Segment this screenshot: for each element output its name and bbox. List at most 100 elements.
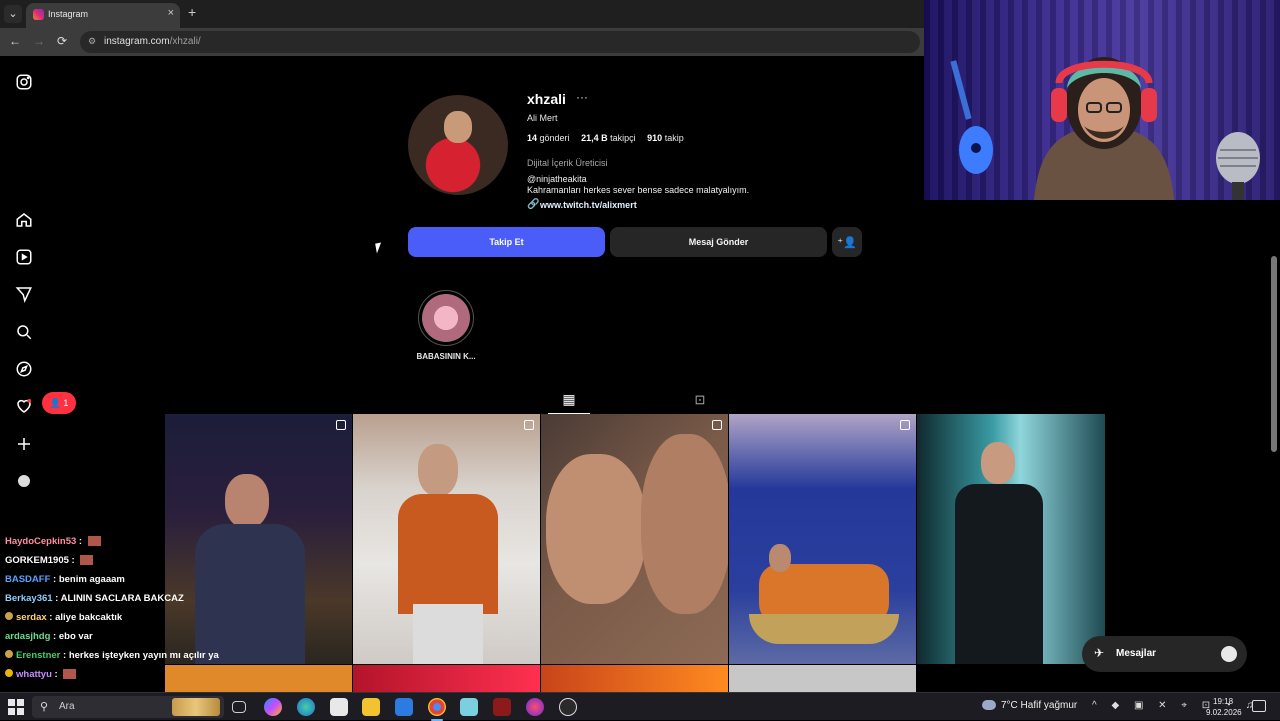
profile-username: xhzali [527, 91, 566, 107]
clock-time[interactable]: 19:18 [1213, 697, 1233, 706]
url-path: /xhzali/ [169, 36, 201, 47]
profile-external-link[interactable]: www.twitch.tv/alixmert [540, 200, 637, 210]
profile-avatar-icon[interactable] [16, 473, 32, 489]
following-stat[interactable]: 910 takip [647, 133, 684, 143]
chrome-icon[interactable] [428, 698, 446, 721]
back-icon[interactable]: ← [9, 34, 21, 48]
carousel-icon [712, 420, 722, 430]
search-icon[interactable] [14, 322, 34, 342]
post-thumbnail[interactable] [353, 414, 540, 664]
browser-tab-bar: ⌄ Instagram × + [0, 0, 924, 28]
tagged-tab[interactable]: ⊡ [685, 386, 715, 414]
address-bar[interactable]: ⚙ instagram.com/xhzali/ [80, 31, 920, 53]
posts-label: gönderi [539, 133, 570, 143]
badge-icon [5, 669, 13, 677]
clock-date[interactable]: 9.02.2026 [1206, 708, 1242, 717]
search-placeholder: Ara [59, 701, 75, 712]
chat-message: Erenstner : herkes işteyken yayın mı açı… [5, 650, 219, 661]
post-subject [769, 544, 791, 572]
mail-icon[interactable] [395, 698, 413, 716]
edge-icon[interactable] [297, 698, 315, 716]
emote-icon [87, 536, 101, 547]
notifications-heart-icon[interactable] [14, 396, 34, 416]
tab-search-icon[interactable]: ⌄ [4, 5, 22, 23]
more-options-icon[interactable]: ··· [576, 90, 588, 104]
explore-icon[interactable] [14, 359, 34, 379]
windows-start-icon[interactable] [8, 699, 24, 715]
copilot-icon[interactable] [264, 698, 282, 716]
home-icon[interactable] [14, 210, 34, 230]
post-bathtub [749, 614, 899, 644]
profile-avatar[interactable] [408, 95, 508, 195]
chat-message: BASDAFF : benim agaaam [5, 574, 125, 585]
chat-user: GORKEM1905 [5, 555, 69, 566]
instagram-logo-icon[interactable] [14, 72, 34, 92]
post-legs [413, 604, 483, 664]
post-thumbnail[interactable] [541, 665, 728, 692]
tagged-icon: ⊡ [694, 392, 706, 407]
create-icon[interactable] [14, 434, 34, 454]
post-thumbnail[interactable] [729, 665, 916, 692]
stream-chat-overlay: HaydoCepkin53 : GORKEM1905 : BASDAFF : b… [0, 516, 219, 686]
notification-badge[interactable]: 👤 1 [42, 392, 76, 414]
direct-message-icon: ✈ [1094, 646, 1105, 660]
carousel-icon [336, 420, 346, 430]
post-thumbnail[interactable] [353, 665, 540, 692]
url-text[interactable]: instagram.com/xhzali/ [104, 36, 201, 47]
chat-user: Erenstner [16, 650, 61, 661]
reels-icon[interactable] [14, 247, 34, 267]
file-explorer-icon[interactable] [362, 698, 380, 716]
instagram-favicon-icon [33, 9, 44, 20]
following-count: 910 [647, 133, 663, 143]
notes-icon[interactable] [460, 698, 478, 716]
chat-message: whattyu : [5, 669, 77, 680]
notification-center-icon[interactable] [1252, 700, 1266, 712]
message-button[interactable]: Mesaj Gönder [610, 227, 827, 257]
posts-grid [165, 414, 1105, 692]
person-icon: 👤 [49, 398, 61, 408]
browser-toolbar: ← → ⟳ ⚙ instagram.com/xhzali/ [0, 28, 924, 56]
post-subject [981, 442, 1015, 484]
direct-icon[interactable] [14, 284, 34, 304]
new-tab-icon[interactable]: + [188, 4, 196, 20]
obs-icon[interactable] [559, 698, 577, 716]
url-host: instagram.com [104, 36, 170, 47]
chat-text: aliye bakcaktık [55, 612, 123, 623]
chat-user: Berkay361 [5, 593, 53, 604]
page-scrollbar[interactable] [1271, 256, 1277, 452]
post-thumbnail[interactable] [917, 414, 1105, 664]
reload-icon[interactable]: ⟳ [57, 34, 67, 48]
streaming-app-icon[interactable] [526, 698, 544, 716]
taskbar-search[interactable]: ⚲ Ara [32, 696, 224, 718]
messages-panel-button[interactable]: ✈ Mesajlar [1082, 636, 1247, 672]
post-thumbnail[interactable] [729, 414, 916, 664]
task-view-icon[interactable] [232, 701, 246, 713]
carousel-icon [524, 420, 534, 430]
story-highlight[interactable] [418, 290, 474, 346]
post-thumbnail[interactable] [541, 414, 728, 664]
post-subject-2 [641, 434, 728, 614]
chat-message: serdax : aliye bakcaktık [5, 612, 122, 623]
chat-message: HaydoCepkin53 : [5, 536, 101, 547]
browser-tab[interactable]: Instagram × [26, 3, 180, 28]
grid-icon: ▦ [562, 391, 576, 407]
forward-icon[interactable]: → [33, 34, 45, 48]
followers-stat[interactable]: 21,4 B takipçi [581, 133, 636, 143]
messages-label: Mesajlar [1116, 648, 1157, 659]
voice-meeter-icon[interactable] [493, 698, 511, 716]
follow-button[interactable]: Takip Et [408, 227, 605, 257]
emote-icon [80, 555, 94, 566]
tab-title: Instagram [48, 9, 89, 19]
post-body [955, 484, 1043, 664]
profile-mention-handle[interactable]: @ninjatheakita [527, 174, 587, 184]
store-icon[interactable] [330, 698, 348, 716]
webcam-overlay [924, 0, 1280, 200]
highlight-cover [422, 294, 470, 342]
site-info-icon[interactable]: ⚙ [88, 36, 96, 47]
suggested-accounts-icon[interactable]: ⁺👤 [832, 227, 862, 257]
weather-widget[interactable]: 7°C Hafif yağmur [982, 700, 1077, 711]
posts-grid-tab[interactable]: ▦ [548, 386, 590, 414]
close-tab-icon[interactable]: × [168, 7, 174, 19]
posts-count: 14 [527, 133, 538, 143]
highlight-label: BABASININ K... [416, 352, 476, 361]
